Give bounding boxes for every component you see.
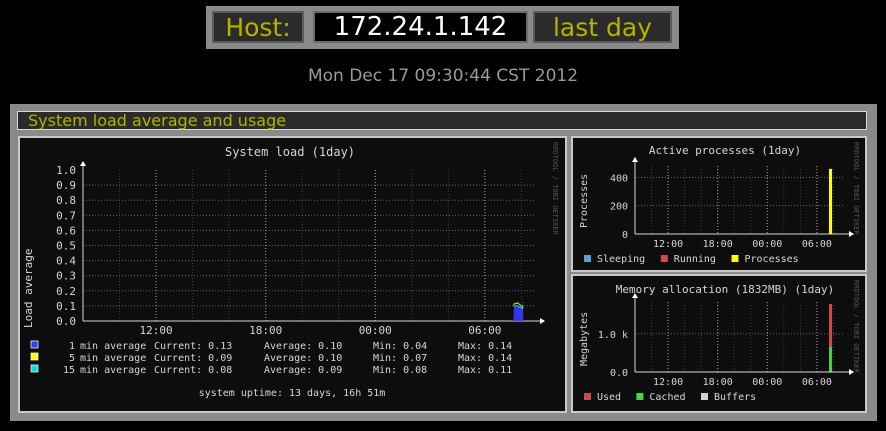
memory-allocation-panel: Memory allocation (1832MB) (1day) Megaby…: [571, 274, 867, 413]
legend-label: min average: [80, 341, 146, 352]
x-tick-label: 18:00: [703, 239, 733, 250]
legend-swatch: [731, 255, 739, 262]
host-value: 172.24.1.142: [313, 11, 528, 43]
legend-label: 15: [63, 365, 75, 376]
y-tick-label: 0.0: [610, 368, 628, 379]
x-tick-label: 00:00: [752, 377, 782, 388]
x-tick-label: 00:00: [752, 239, 782, 250]
y-tick-label: 1.0: [56, 164, 76, 177]
legend-stat: Current: 0.13: [154, 341, 232, 352]
chart-title: Memory allocation (1832MB) (1day): [616, 283, 835, 296]
legend-label: min average: [80, 365, 146, 376]
legend-stat: Max: 0.14: [458, 353, 512, 364]
legend-swatch: [30, 352, 39, 361]
legend-stat: Min: 0.04: [373, 341, 427, 352]
x-tick-label: 06:00: [468, 324, 501, 337]
legend-label: Processes: [745, 254, 799, 265]
y-tick-label: 0.8: [56, 194, 76, 207]
x-tick-label: 18:00: [249, 324, 282, 337]
x-tick-label: 18:00: [703, 377, 733, 388]
y-tick-label: 200: [610, 202, 628, 213]
legend-stat: Max: 0.11: [458, 365, 512, 376]
memory-allocation-chart: Memory allocation (1832MB) (1day) Megaby…: [579, 280, 860, 403]
y-tick-label: 0.2: [56, 285, 76, 298]
legend-swatch: [636, 393, 644, 400]
x-axis-arrow: [540, 318, 545, 324]
watermark: RRDTOOL / TOBI OETIKER: [852, 280, 860, 374]
chart-title: System load (1day): [225, 145, 355, 159]
uptime-text: system uptime: 13 days, 16h 51m: [199, 388, 386, 399]
y-tick-label: 0.1: [56, 300, 76, 313]
y-tick-label: 0.0: [56, 315, 76, 328]
chart-title: Active processes (1day): [649, 144, 801, 157]
x-tick-label: 12:00: [140, 324, 173, 337]
host-label: Host:: [212, 11, 304, 43]
legend-swatch: [584, 255, 591, 262]
legend-stat: Average: 0.10: [264, 353, 342, 364]
y-tick-label: 1.0 k: [598, 330, 628, 341]
watermark: RRDTOOL / TOBI OETIKER: [551, 142, 559, 236]
active-processes-panel: Active processes (1day) Processes RRDTOO…: [571, 136, 867, 272]
legend-label: Cached: [649, 392, 685, 403]
x-tick-label: 12:00: [653, 377, 683, 388]
y-tick-label: 0: [622, 230, 628, 241]
x-tick-label: 00:00: [359, 324, 392, 337]
section-title: System load average and usage: [17, 111, 867, 130]
legend-label: Sleeping: [597, 254, 645, 265]
legend-stat: Average: 0.10: [264, 341, 342, 352]
x-tick-label: 12:00: [653, 239, 683, 250]
legend-stat: Min: 0.08: [373, 365, 427, 376]
period-label: last day: [533, 11, 672, 43]
legend-swatch: [701, 393, 708, 400]
legend-stat: Average: 0.09: [264, 365, 342, 376]
y-axis-label: Processes: [579, 174, 590, 228]
y-tick-label: 0.4: [56, 255, 76, 268]
legend-label: Running: [674, 254, 716, 265]
y-axis-label: Load average: [22, 249, 35, 328]
report-date: Mon Dec 17 09:30:44 CST 2012: [307, 66, 579, 86]
system-load-chart: System load (1day) Load average RRDTOOL …: [22, 142, 559, 399]
host-header: Host: 172.24.1.142 last day: [206, 6, 679, 49]
y-tick-label: 0.3: [56, 270, 76, 283]
legend-label: Used: [597, 392, 621, 403]
watermark: RRDTOOL / TOBI OETIKER: [852, 142, 860, 236]
legend-swatch: [30, 340, 39, 349]
x-tick-label: 06:00: [802, 239, 832, 250]
y-tick-label: 0.6: [56, 224, 76, 237]
y-axis-label: Megabytes: [579, 312, 590, 366]
legend-label: 1: [69, 341, 75, 352]
y-tick-label: 0.5: [56, 240, 76, 253]
legend-label: 5: [69, 353, 75, 364]
y-axis-arrow: [80, 161, 86, 166]
y-tick-label: 0.9: [56, 179, 76, 192]
legend-swatch: [30, 364, 39, 373]
legend-stat: Min: 0.07: [373, 353, 427, 364]
legend-stat: Max: 0.14: [458, 341, 512, 352]
legend-label: Buffers: [714, 392, 756, 403]
y-axis-arrow: [632, 157, 638, 162]
x-tick-label: 06:00: [802, 377, 832, 388]
y-tick-label: 400: [610, 173, 628, 184]
legend-label: min average: [80, 353, 146, 364]
system-load-panel: System load (1day) Load average RRDTOOL …: [18, 136, 567, 413]
y-tick-label: 0.7: [56, 209, 76, 222]
load-section: System load average and usage System loa…: [10, 104, 877, 421]
legend-swatch: [584, 393, 591, 400]
legend-stat: Current: 0.09: [154, 353, 232, 364]
active-processes-chart: Active processes (1day) Processes RRDTOO…: [579, 142, 860, 265]
legend-stat: Current: 0.08: [154, 365, 232, 376]
legend-swatch: [660, 255, 668, 262]
